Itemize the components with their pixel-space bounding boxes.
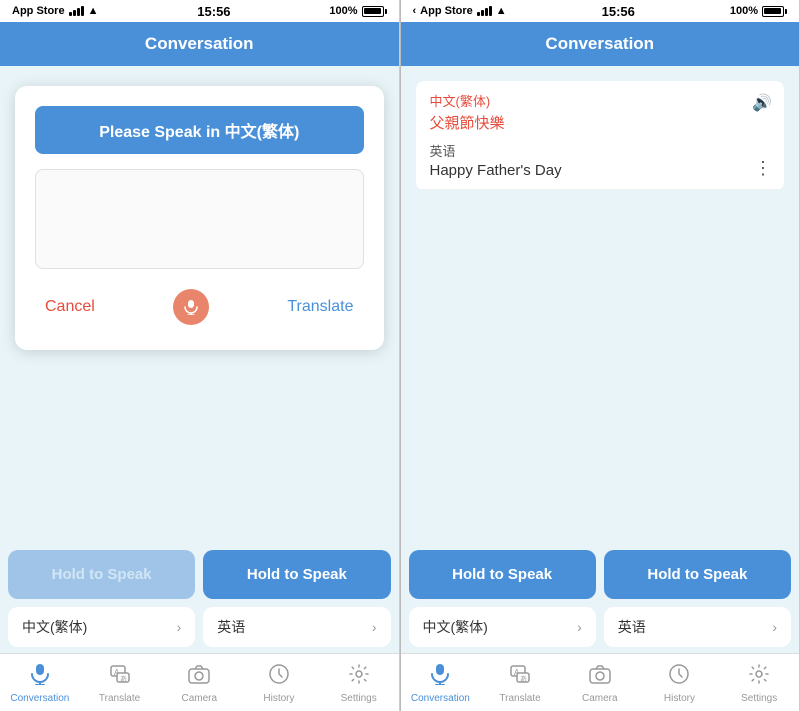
tab-label-camera-left: Camera (181, 693, 217, 704)
time-left: 15:56 (197, 4, 230, 19)
content-left: Please Speak in 中文(繁体) Cancel Translate (0, 66, 399, 542)
tab-camera-left[interactable]: Camera (159, 658, 239, 709)
hold-to-speak-btn-left-1[interactable]: Hold to Speak (8, 550, 195, 599)
hold-to-speak-btn-right-2[interactable]: Hold to Speak (604, 550, 791, 599)
app-store-label-right: App Store (420, 5, 473, 17)
panel-right: ‹ App Store ▲ 15:56 100% Conversation (401, 0, 800, 711)
battery-pct-right: 100% (730, 5, 758, 17)
wifi-icon-right: ▲ (496, 5, 507, 17)
conv-text-2: Happy Father's Day (430, 162, 771, 179)
hold-to-speak-area-left: Hold to Speak Hold to Speak (0, 542, 399, 603)
mic-button[interactable] (173, 289, 209, 325)
panel-left: App Store ▲ 15:56 100% Conversation (0, 0, 400, 711)
time-right: 15:56 (602, 4, 635, 19)
battery-pct-left: 100% (329, 5, 357, 17)
signal-icon-left (69, 6, 84, 16)
signal-icon-right (477, 6, 492, 16)
tab-label-history-right: History (664, 693, 695, 704)
header-right: Conversation (401, 22, 800, 66)
hold-to-speak-btn-left-2[interactable]: Hold to Speak (203, 550, 390, 599)
conv-item-1: 🔊 中文(繁体) 父親節快樂 英语 Happy Father's Day ⋮ (416, 81, 785, 190)
cancel-button[interactable]: Cancel (45, 298, 95, 316)
wifi-icon-left: ▲ (88, 5, 99, 17)
tab-label-translate-left: Translate (99, 693, 140, 704)
status-left-left: App Store ▲ (12, 5, 98, 17)
tab-label-camera-right: Camera (582, 693, 618, 704)
lang-label-left-2: 英语 (217, 617, 245, 637)
lang-select-left-2[interactable]: 英语 › (203, 607, 390, 647)
status-right-left: 100% (329, 5, 386, 17)
tab-translate-right[interactable]: A あ Translate (480, 658, 560, 709)
tab-settings-right[interactable]: Settings (719, 658, 799, 709)
tab-conversation-left[interactable]: Conversation (0, 658, 80, 709)
lang-label-right-2: 英语 (618, 617, 646, 637)
status-bar-left: App Store ▲ 15:56 100% (0, 0, 399, 22)
lang-select-right-1[interactable]: 中文(繁体) › (409, 607, 596, 647)
speak-modal-body (35, 169, 364, 269)
content-right: 🔊 中文(繁体) 父親節快樂 英语 Happy Father's Day ⋮ (401, 66, 800, 542)
speak-modal: Please Speak in 中文(繁体) Cancel Translate (15, 86, 384, 350)
chevron-icon-right-2: › (772, 619, 777, 635)
tab-label-settings-right: Settings (741, 693, 777, 704)
status-bar-right: ‹ App Store ▲ 15:56 100% (401, 0, 800, 22)
status-right-right: 100% (730, 5, 787, 17)
back-arrow-right: ‹ (413, 5, 417, 17)
lang-select-area-right: 中文(繁体) › 英语 › (401, 603, 800, 653)
tab-history-right[interactable]: History (640, 658, 720, 709)
mic-tab-icon-left (29, 663, 51, 691)
conv-lang-2: 英语 (430, 141, 771, 160)
app-store-label-left: App Store (12, 5, 65, 17)
translate-tab-icon-right: A あ (509, 663, 531, 691)
lang-select-right-2[interactable]: 英语 › (604, 607, 791, 647)
status-left-right: ‹ App Store ▲ (413, 5, 507, 17)
svg-text:あ: あ (520, 675, 527, 683)
hold-to-speak-btn-right-1[interactable]: Hold to Speak (409, 550, 596, 599)
history-tab-icon-right (668, 663, 690, 691)
header-title-left: Conversation (145, 34, 254, 54)
header-left: Conversation (0, 22, 399, 66)
tab-settings-left[interactable]: Settings (319, 658, 399, 709)
history-tab-icon-left (268, 663, 290, 691)
svg-text:あ: あ (120, 675, 127, 683)
tab-history-left[interactable]: History (239, 658, 319, 709)
chevron-icon-left-2: › (372, 619, 377, 635)
tab-translate-left[interactable]: A あ Translate (80, 658, 160, 709)
settings-tab-icon-right (748, 663, 770, 691)
lang-select-left-1[interactable]: 中文(繁体) › (8, 607, 195, 647)
tab-label-translate-right: Translate (499, 693, 540, 704)
tab-bar-right: Conversation A あ Translate Ca (401, 653, 800, 711)
mic-tab-icon-right (429, 663, 451, 691)
hold-to-speak-area-right: Hold to Speak Hold to Speak (401, 542, 800, 603)
chevron-icon-left-1: › (177, 619, 182, 635)
conv-text-1: 父親節快樂 (430, 112, 771, 133)
more-icon[interactable]: ⋮ (754, 159, 772, 177)
lang-select-area-left: 中文(繁体) › 英语 › (0, 603, 399, 653)
camera-tab-icon-right (589, 663, 611, 691)
tab-label-history-left: History (263, 693, 294, 704)
battery-icon-right (762, 6, 787, 17)
header-title-right: Conversation (545, 34, 654, 54)
tab-label-settings-left: Settings (341, 693, 377, 704)
translate-tab-icon-left: A あ (109, 663, 131, 691)
chevron-icon-right-1: › (577, 619, 582, 635)
tab-camera-right[interactable]: Camera (560, 658, 640, 709)
camera-tab-icon-left (188, 663, 210, 691)
speak-modal-footer: Cancel Translate (35, 284, 364, 330)
lang-label-left-1: 中文(繁体) (22, 617, 87, 637)
tab-conversation-right[interactable]: Conversation (401, 658, 481, 709)
translate-button[interactable]: Translate (287, 298, 353, 316)
speak-modal-title: Please Speak in 中文(繁体) (35, 106, 364, 154)
conv-lang-1: 中文(繁体) (430, 91, 771, 110)
conversation-list: 🔊 中文(繁体) 父親節快樂 英语 Happy Father's Day ⋮ (416, 81, 785, 190)
lang-label-right-1: 中文(繁体) (423, 617, 488, 637)
settings-tab-icon-left (348, 663, 370, 691)
speaker-icon[interactable]: 🔊 (752, 93, 772, 113)
tab-label-conversation-left: Conversation (10, 693, 69, 704)
tab-bar-left: Conversation A あ Translate Ca (0, 653, 399, 711)
battery-icon-left (362, 6, 387, 17)
tab-label-conversation-right: Conversation (411, 693, 470, 704)
